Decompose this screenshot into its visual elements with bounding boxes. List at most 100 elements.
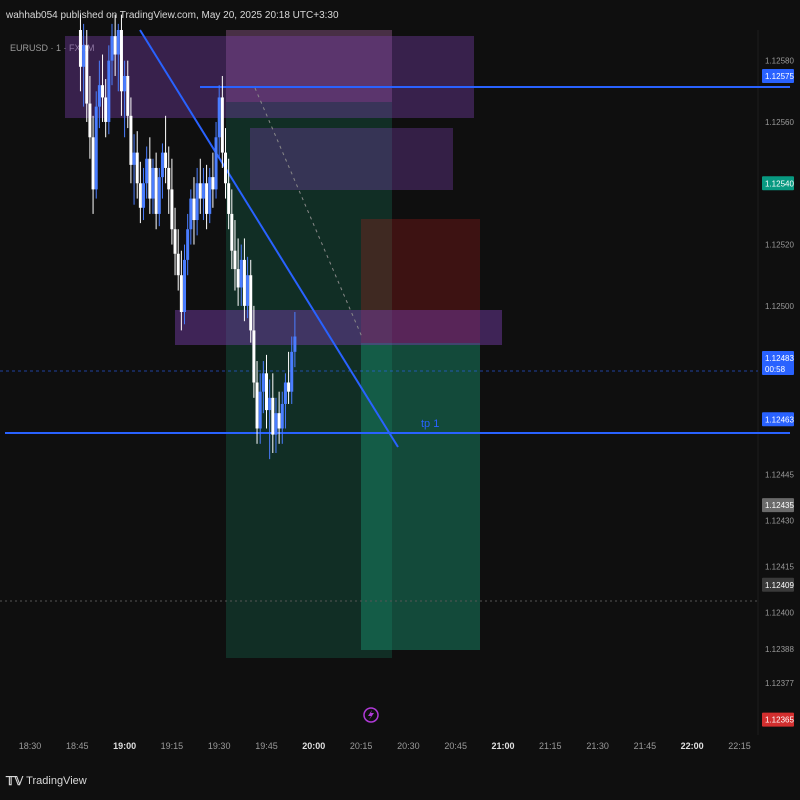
supply-zone-2 [250,128,453,190]
candle-body [249,275,253,331]
candle-body [107,60,111,122]
demand-zone [175,310,502,345]
price-label-value: 1.12575 [765,72,794,81]
candle-body [164,152,168,168]
candle-body [198,183,202,199]
candle-body [148,158,152,199]
candle-body [195,183,199,221]
candle-body [78,30,82,67]
candle-body [205,183,209,214]
x-tick-label: 22:15 [728,741,751,751]
candle-body [214,137,218,190]
candle-body [227,183,231,214]
price-labels: 1.12575 1.12540 1.12483 00:58 1.12463 1.12435… [762,68,794,727]
candle-body [252,330,256,383]
candle-body [97,85,101,107]
candle-body [290,351,294,392]
bolt-icon[interactable] [363,707,379,723]
candle-body [157,177,161,214]
candle-body [88,103,92,138]
candle-body [183,259,187,312]
candle-body [151,167,155,199]
candle-body [280,403,284,429]
short-target-zone [361,343,480,650]
candle-body [176,253,180,276]
candle-body [239,259,243,288]
candle-body [274,413,278,435]
tradingview-logo-icon: 𝕋𝕍 [6,774,24,788]
candle-body [255,382,259,429]
candle-body [201,183,205,199]
candle-body [119,30,123,92]
candle-body [268,397,272,411]
price-chart[interactable]: tp 1 1.12580 1.12560 1.12520 1.12500 1.12445… [0,0,800,800]
y-tick-label: 1.12520 [765,241,794,250]
candle-body [145,158,149,184]
x-tick-label: 19:30 [208,741,231,751]
candle-body [85,45,89,104]
candle-body [293,336,297,352]
x-tick-label: 22:00 [681,741,704,751]
candle-body [261,373,265,392]
x-tick-label: 20:00 [302,741,325,751]
candle-body [104,97,108,122]
x-tick-label: 20:45 [444,741,467,751]
x-tick-label: 19:00 [113,741,136,751]
price-label-value: 1.12365 [765,716,794,725]
candle-body [186,229,190,260]
candle-body [233,250,237,270]
price-label-value: 1.12409 [765,581,794,590]
x-tick-label: 18:45 [66,741,89,751]
x-tick-label: 20:15 [350,741,373,751]
y-tick-label: 1.12415 [765,562,794,571]
candle-body [258,391,262,429]
candle-body [126,75,130,116]
candle-body [236,269,240,288]
x-tick-label: 21:45 [634,741,657,751]
candle-body [230,213,234,251]
candle-body [189,198,193,230]
candle-body [113,36,117,55]
candle-body [167,167,171,190]
candle-body [101,85,105,98]
x-tick-label: 21:30 [586,741,609,751]
x-tick-label: 19:15 [161,741,184,751]
candle-body [116,30,120,55]
price-label-countdown: 00:58 [765,365,786,374]
x-tick-label: 19:45 [255,741,278,751]
y-tick-label: 1.12500 [765,302,794,311]
candle-body [211,177,215,190]
candle-body [94,106,98,190]
y-tick-label: 1.12388 [765,645,794,654]
candle-body [192,198,196,221]
x-tick-label: 20:30 [397,741,420,751]
candle-body [154,167,158,214]
candle-body [246,275,250,306]
candle-body [224,152,228,184]
y-tick-label: 1.12430 [765,516,794,525]
candle-body [220,97,224,153]
price-label-value: 1.12540 [765,179,794,188]
x-tick-label: 21:15 [539,741,562,751]
candle-body [132,152,136,165]
y-tick-label: 1.12580 [765,57,794,66]
price-label-value: 1.12435 [765,501,794,510]
candle-body [82,45,86,67]
candle-body [242,259,246,306]
footer-brand[interactable]: 𝕋𝕍 TradingView [6,774,87,788]
candle-body [287,382,291,392]
brand-label: TradingView [26,775,87,787]
candle-body [277,413,281,429]
candle-body [135,152,139,184]
x-tick-label: 21:00 [491,741,514,751]
y-tick-label: 1.12377 [765,679,794,688]
candle-body [123,75,127,92]
candle-body [283,382,287,404]
price-label-value: 1.12463 [765,415,794,424]
candle-body [110,36,114,61]
y-tick-label: 1.12560 [765,118,794,127]
x-axis-ticks: 18:30 18:45 19:00 19:15 19:30 19:45 20:00 20:15… [19,741,751,751]
candle-body [138,183,142,208]
candle-body [91,137,95,190]
x-tick-label: 18:30 [19,741,42,751]
